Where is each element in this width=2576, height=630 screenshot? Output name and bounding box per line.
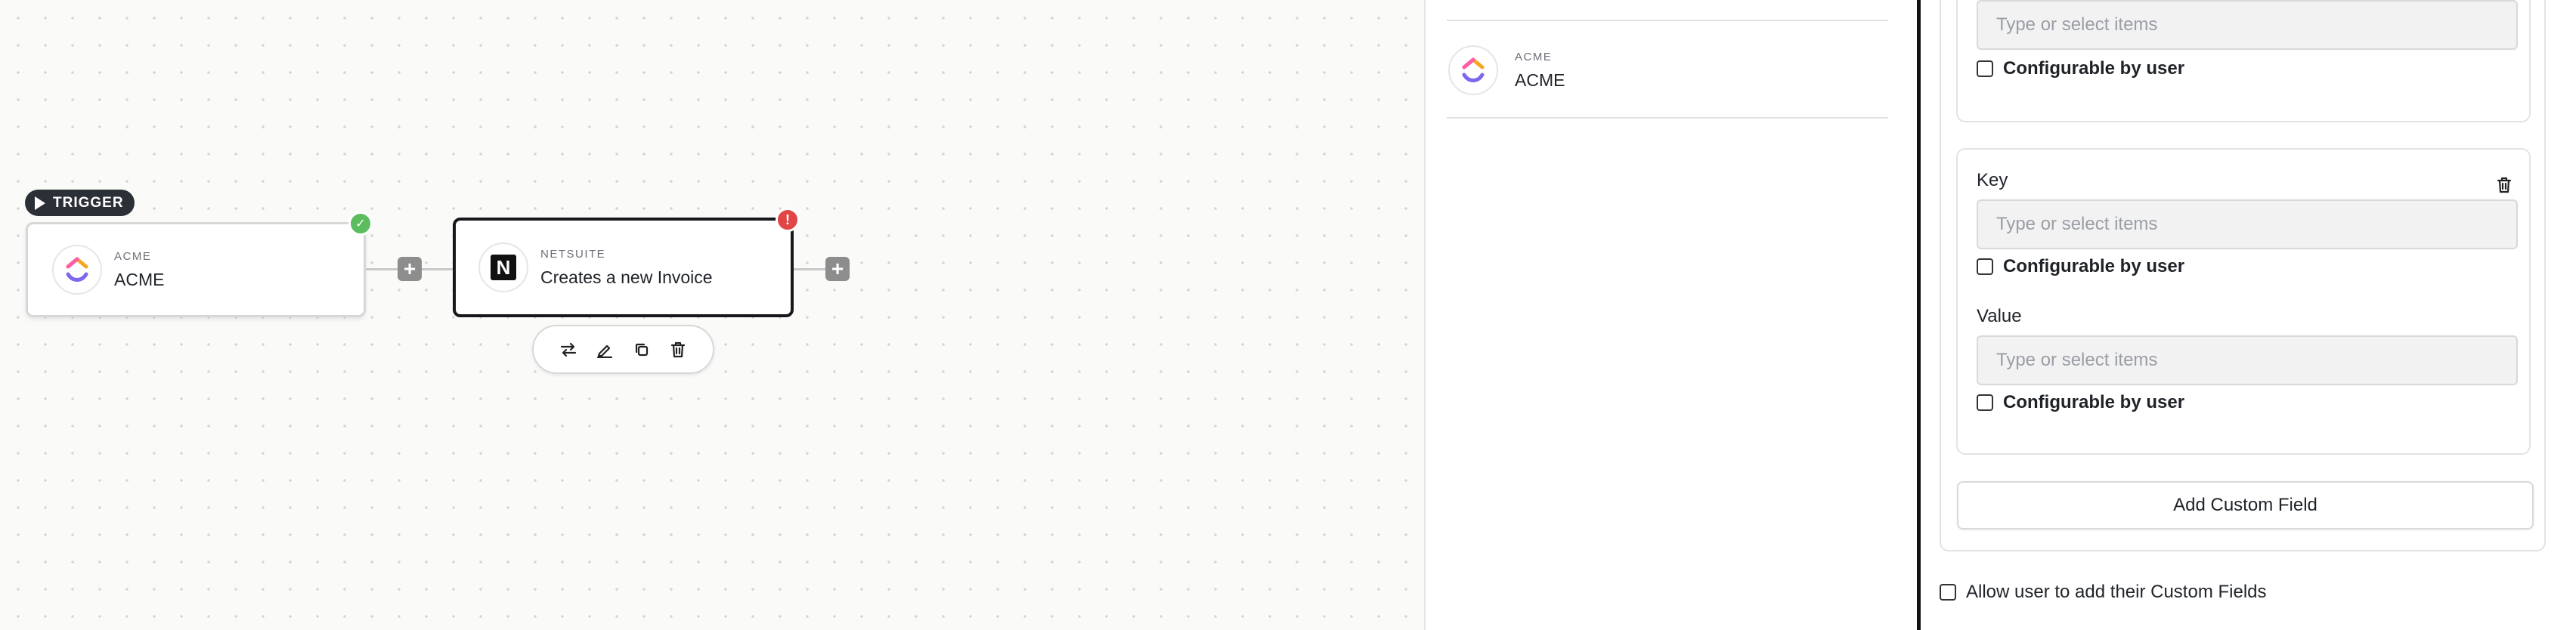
custom-field-card: Configurable by user bbox=[1956, 0, 2531, 122]
netsuite-logo-icon: N bbox=[478, 242, 528, 292]
connector-line bbox=[366, 268, 398, 270]
allow-custom-fields-label: Allow user to add their Custom Fields bbox=[1966, 582, 2267, 602]
key-input[interactable] bbox=[1977, 199, 2518, 249]
configuration-panel: Configurable by user Key Configurable by… bbox=[1921, 0, 2576, 630]
value-label: Value bbox=[1977, 306, 2022, 326]
configurable-checkbox[interactable] bbox=[1977, 60, 1993, 77]
divider-line bbox=[1447, 20, 1888, 21]
add-custom-field-button[interactable]: Add Custom Field bbox=[1957, 481, 2534, 530]
trigger-node-name: ACME bbox=[114, 269, 165, 289]
selected-app-category: ACME bbox=[1515, 50, 1553, 63]
success-check-icon: ✓ bbox=[348, 212, 373, 236]
node-toolbar bbox=[532, 325, 714, 374]
workflow-canvas[interactable]: TRIGGER ACME ACME ✓ + N NETSUITE Creates… bbox=[0, 0, 1424, 630]
action-node[interactable]: N NETSUITE Creates a new Invoice ! bbox=[453, 208, 800, 317]
value-configurable-checkbox[interactable] bbox=[1977, 394, 1993, 411]
trigger-node-app: ACME bbox=[114, 249, 152, 263]
error-alert-icon: ! bbox=[776, 208, 800, 232]
allow-custom-fields-row[interactable]: Allow user to add their Custom Fields bbox=[1940, 582, 2267, 603]
add-step-button[interactable]: + bbox=[398, 257, 422, 281]
key-configurable-label: Configurable by user bbox=[2003, 256, 2185, 276]
selected-app-name: ACME bbox=[1515, 69, 1565, 90]
acme-logo-icon bbox=[52, 245, 102, 295]
configurable-checkbox-row[interactable]: Configurable by user bbox=[1977, 58, 2184, 79]
allow-custom-fields-checkbox[interactable] bbox=[1940, 584, 1956, 601]
trigger-badge-label: TRIGGER bbox=[53, 194, 124, 211]
netsuite-logo-letter: N bbox=[491, 255, 516, 280]
connector-line bbox=[794, 268, 825, 270]
acme-logo-icon bbox=[1448, 45, 1498, 95]
divider-line bbox=[1447, 117, 1888, 119]
selected-app-item[interactable]: ACME ACME bbox=[1448, 45, 1565, 95]
delete-field-icon[interactable] bbox=[2493, 174, 2516, 196]
key-configurable-row[interactable]: Configurable by user bbox=[1977, 256, 2184, 277]
copy-icon[interactable] bbox=[628, 336, 655, 363]
value-input[interactable] bbox=[1977, 335, 2518, 385]
edit-icon[interactable] bbox=[591, 336, 618, 363]
value-configurable-row[interactable]: Configurable by user bbox=[1977, 392, 2184, 413]
swap-icon[interactable] bbox=[555, 336, 582, 363]
custom-field-card: Key Configurable by user Value Configura… bbox=[1956, 148, 2531, 455]
value-configurable-label: Configurable by user bbox=[2003, 392, 2185, 412]
play-icon bbox=[35, 196, 45, 210]
app-selection-panel: ACME ACME bbox=[1424, 0, 1918, 630]
trigger-node[interactable]: ACME ACME ✓ bbox=[26, 212, 373, 317]
action-node-name: Creates a new Invoice bbox=[540, 267, 713, 287]
trigger-badge: TRIGGER bbox=[25, 190, 135, 216]
connector-line bbox=[422, 268, 453, 270]
field-value-input[interactable] bbox=[1977, 0, 2518, 50]
delete-icon[interactable] bbox=[664, 336, 692, 363]
add-step-button-end[interactable]: + bbox=[825, 257, 850, 281]
configurable-label: Configurable by user bbox=[2003, 58, 2185, 79]
action-node-app: NETSUITE bbox=[540, 247, 606, 261]
key-configurable-checkbox[interactable] bbox=[1977, 258, 1993, 275]
key-label: Key bbox=[1977, 170, 2008, 190]
